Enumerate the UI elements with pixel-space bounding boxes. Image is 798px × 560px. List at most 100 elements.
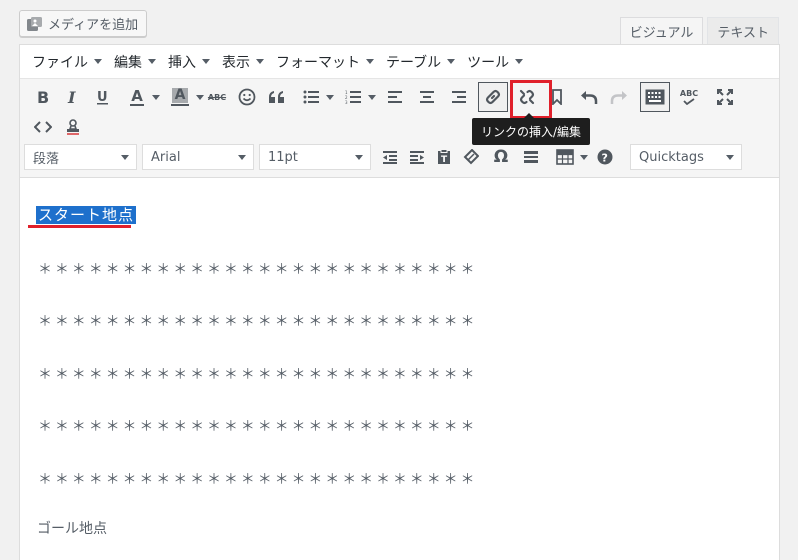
undo-button[interactable] — [574, 82, 604, 112]
indent-icon — [410, 151, 424, 164]
chevron-down-icon — [202, 59, 210, 64]
bookmark-icon — [552, 89, 562, 105]
chevron-down-icon — [152, 95, 160, 100]
selected-start-text[interactable]: スタート地点 — [36, 206, 137, 224]
formatting-toolbar: B I U A A ABC 1 2 3 ABC 段落 Arial 11pt T … — [20, 78, 779, 178]
align-left-button[interactable] — [380, 82, 410, 112]
chevron-down-icon — [366, 59, 374, 64]
clipboard-icon: T — [438, 149, 450, 165]
font-size-select[interactable]: 11pt — [259, 144, 371, 170]
numbered-list-icon: 123 — [345, 90, 361, 104]
chevron-down-icon — [326, 95, 334, 100]
bold-button[interactable]: B — [28, 82, 58, 112]
blockquote-button[interactable] — [262, 82, 292, 112]
menu-format[interactable]: フォーマット — [270, 45, 380, 78]
code-icon — [34, 121, 52, 133]
menu-tools-label: ツール — [467, 54, 510, 71]
underline-button[interactable]: U — [88, 82, 118, 112]
read-more-button[interactable] — [542, 82, 572, 112]
emoji-button[interactable] — [232, 82, 262, 112]
add-media-label: メディアを追加 — [48, 18, 139, 33]
undo-icon — [581, 91, 598, 104]
align-right-button[interactable] — [444, 82, 474, 112]
star-line-4: ＊＊＊＊＊＊＊＊＊＊＊＊＊＊＊＊＊＊＊＊＊＊＊＊＊＊ — [38, 419, 478, 435]
align-center-button[interactable] — [412, 82, 442, 112]
eraser-icon — [463, 149, 479, 165]
toolbar-toggle-button[interactable] — [640, 82, 670, 112]
chevron-down-icon — [121, 154, 129, 160]
unlink-icon — [519, 89, 535, 105]
bold-icon: B — [37, 89, 49, 105]
svg-text:I: I — [67, 89, 76, 105]
spellcheck-letters: ABC — [679, 89, 699, 98]
svg-text:U: U — [97, 90, 108, 105]
toolbar-row-1: B I U A A ABC 1 2 3 ABC — [28, 82, 740, 112]
remove-link-button[interactable] — [512, 82, 542, 112]
chevron-down-icon — [256, 59, 264, 64]
tab-visual[interactable]: ビジュアル — [619, 17, 704, 44]
table-button[interactable] — [546, 142, 588, 172]
menu-format-label: フォーマット — [276, 54, 360, 71]
menu-tools[interactable]: ツール — [461, 45, 529, 78]
horizontal-line-button[interactable] — [516, 142, 546, 172]
red-underline-annotation — [28, 225, 131, 228]
bullet-list-button[interactable] — [292, 82, 334, 112]
paste-text-button[interactable]: T — [432, 142, 456, 172]
star-line-3: ＊＊＊＊＊＊＊＊＊＊＊＊＊＊＊＊＊＊＊＊＊＊＊＊＊＊ — [38, 367, 478, 383]
smiley-icon — [238, 88, 256, 106]
background-color-letter: A — [171, 88, 189, 103]
quicktags-select[interactable]: Quicktags — [630, 144, 742, 170]
redo-button[interactable] — [604, 82, 634, 112]
start-paragraph[interactable]: スタート地点 — [36, 204, 137, 225]
menu-table-label: テーブル — [386, 54, 442, 71]
add-media-button[interactable]: メディアを追加 — [19, 10, 148, 37]
omega-icon: Ω — [493, 147, 509, 167]
quote-icon — [269, 91, 284, 103]
stamp-button[interactable] — [58, 112, 88, 142]
italic-button[interactable]: I — [58, 82, 88, 112]
menubar: ファイル 編集 挿入 表示 フォーマット テーブル ツール — [20, 45, 779, 78]
strikethrough-icon: ABC — [207, 92, 227, 102]
clear-formatting-button[interactable] — [456, 142, 486, 172]
quicktags-value: Quicktags — [639, 149, 704, 165]
menu-view[interactable]: 表示 — [216, 45, 270, 78]
font-family-select[interactable]: Arial — [142, 144, 254, 170]
keyboard-icon — [645, 89, 665, 105]
text-color-icon: A — [130, 88, 144, 106]
background-color-button[interactable]: A — [160, 82, 204, 112]
fullscreen-button[interactable] — [710, 82, 740, 112]
align-right-icon — [452, 91, 466, 103]
font-family-value: Arial — [151, 149, 181, 165]
paragraph-format-select[interactable]: 段落 — [24, 144, 137, 170]
chevron-down-icon — [726, 154, 734, 160]
editor-frame: ファイル 編集 挿入 表示 フォーマット テーブル ツール B I U A A … — [19, 44, 780, 560]
menu-insert-label: 挿入 — [168, 54, 196, 71]
svg-text:B: B — [37, 89, 49, 105]
table-icon — [556, 149, 574, 165]
text-color-button[interactable]: A — [118, 82, 160, 112]
goal-paragraph[interactable]: ゴール地点 — [37, 518, 107, 538]
link-icon — [485, 89, 501, 105]
svg-text:?: ? — [602, 152, 608, 165]
indent-button[interactable] — [402, 142, 432, 172]
special-character-button[interactable]: Ω — [486, 142, 516, 172]
tab-text[interactable]: テキスト — [707, 17, 779, 44]
spellcheck-button[interactable]: ABC — [674, 82, 704, 112]
menu-edit[interactable]: 編集 — [108, 45, 162, 78]
insert-link-button[interactable] — [478, 82, 508, 112]
align-left-icon — [388, 91, 402, 103]
bullet-list-icon — [303, 90, 319, 104]
editor-top-bar: メディアを追加 ビジュアル テキスト — [0, 0, 798, 44]
menu-file[interactable]: ファイル — [26, 45, 108, 78]
chevron-down-icon — [580, 155, 588, 160]
font-size-value: 11pt — [268, 149, 298, 165]
menu-insert[interactable]: 挿入 — [162, 45, 216, 78]
menu-edit-label: 編集 — [114, 54, 142, 71]
chevron-down-icon — [447, 59, 456, 64]
outdent-button[interactable] — [378, 142, 402, 172]
help-button[interactable]: ? — [590, 142, 620, 172]
numbered-list-button[interactable]: 123 — [334, 82, 376, 112]
menu-table[interactable]: テーブル — [380, 45, 461, 78]
code-button[interactable] — [28, 112, 58, 142]
strikethrough-button[interactable]: ABC — [202, 82, 232, 112]
